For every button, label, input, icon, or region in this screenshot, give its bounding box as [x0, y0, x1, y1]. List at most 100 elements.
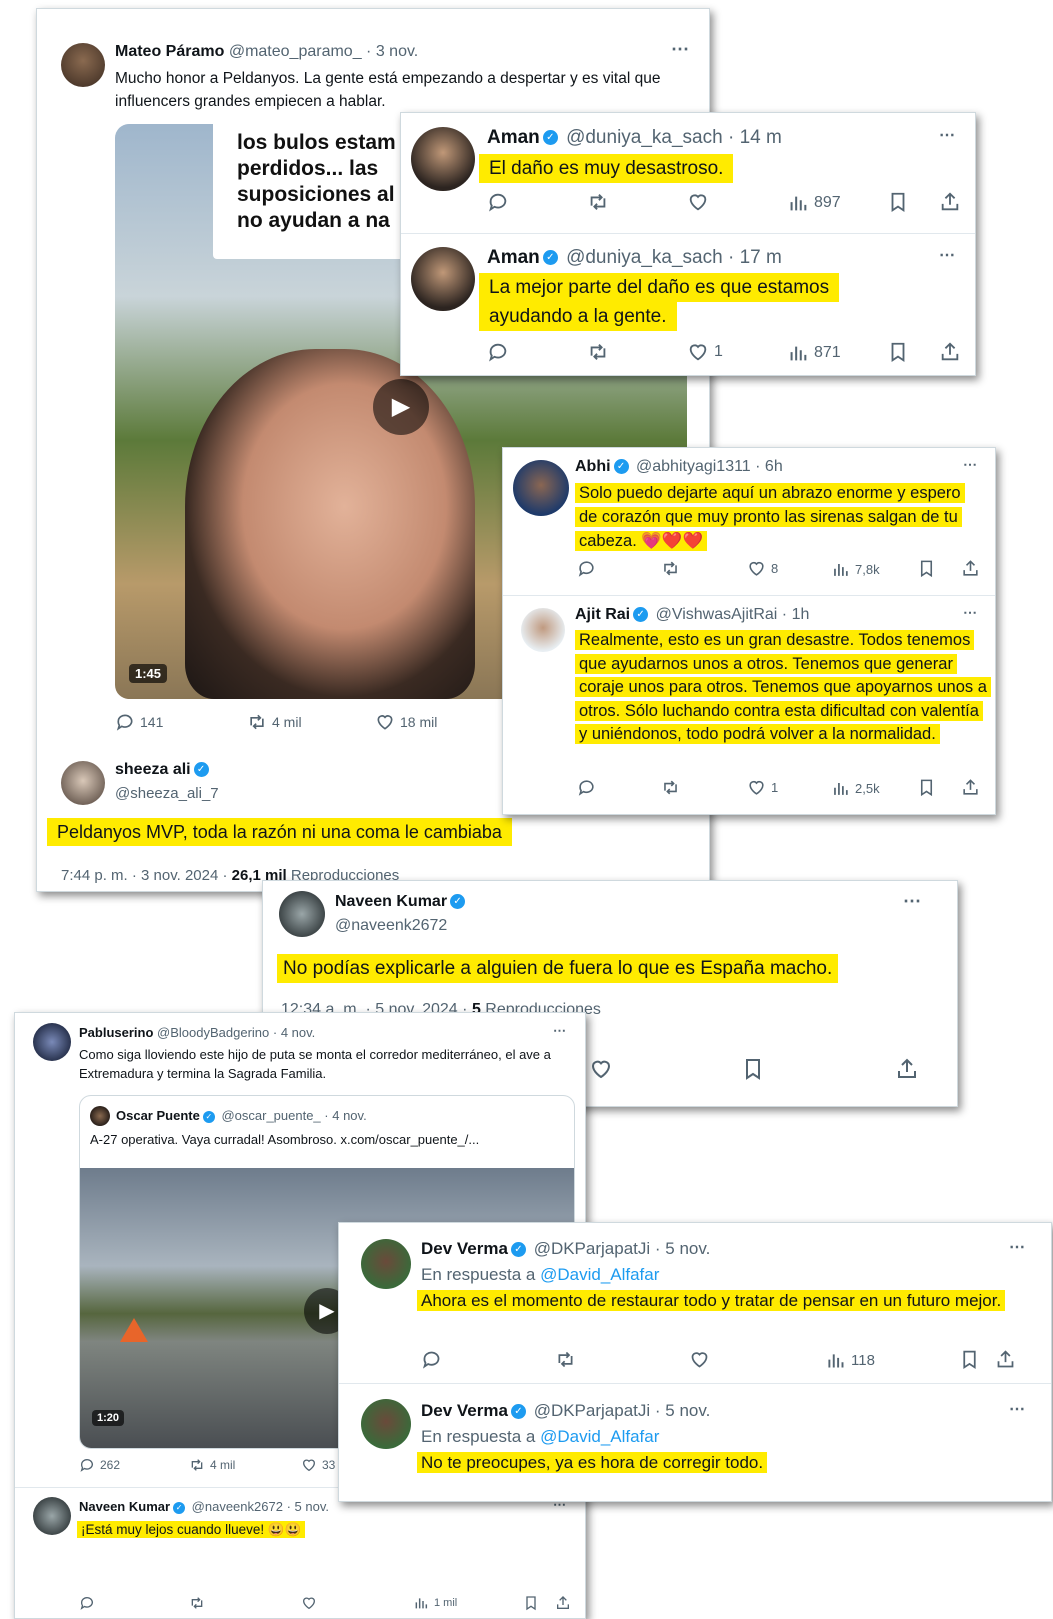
avatar[interactable]	[411, 247, 475, 311]
views-button[interactable]: 1 mil	[413, 1595, 457, 1611]
repost-button[interactable]	[661, 559, 680, 578]
author-handle[interactable]: @naveenk2672	[335, 917, 447, 935]
verified-icon: ✓	[510, 1242, 526, 1258]
reply-to-link[interactable]: @David_Alfafar	[540, 1427, 659, 1446]
share-button[interactable]	[555, 1595, 571, 1611]
reply-button[interactable]	[487, 341, 509, 363]
bookmark-button[interactable]	[741, 1057, 765, 1081]
tweet-card-aman[interactable]: Aman ✓ @duniya_ka_sach · 14 m ⋯ El daño e…	[400, 112, 976, 376]
share-button[interactable]	[939, 191, 961, 213]
author-name[interactable]: Mateo Páramo	[115, 43, 224, 60]
views-button[interactable]: 2,5k	[831, 779, 880, 798]
author-handle[interactable]: @sheeza_ali_7	[115, 785, 219, 802]
emoji-hearts: 💗❤️❤️	[641, 532, 704, 550]
author-name[interactable]: Aman	[487, 247, 540, 268]
views-button[interactable]: 871	[787, 342, 841, 364]
tweet-text: La mejor parte del daño es que estamos a…	[479, 273, 840, 331]
reply-button[interactable]: 141	[115, 712, 163, 732]
bookmark-button[interactable]	[523, 1595, 539, 1611]
avatar[interactable]	[61, 43, 105, 87]
more-icon[interactable]: ⋯	[963, 456, 978, 473]
author-handle[interactable]: @duniya_ka_sach	[566, 247, 723, 268]
author-name[interactable]: Naveen Kumar	[79, 1499, 170, 1514]
reply-button[interactable]	[79, 1595, 95, 1611]
author-name[interactable]: Dev Verma	[421, 1401, 508, 1420]
author-name[interactable]: Naveen Kumar	[335, 893, 447, 910]
bookmark-button[interactable]	[917, 778, 936, 797]
more-icon[interactable]: ⋯	[553, 1023, 567, 1039]
like-button[interactable]: 8	[747, 559, 778, 578]
like-button[interactable]	[689, 1349, 710, 1370]
author-name[interactable]: Abhi	[575, 458, 611, 475]
author-handle[interactable]: @naveenk2672	[192, 1499, 283, 1514]
share-button[interactable]	[939, 341, 961, 363]
views-button[interactable]: 118	[825, 1350, 875, 1371]
avatar[interactable]	[33, 1023, 71, 1061]
share-button[interactable]	[995, 1349, 1016, 1370]
like-button[interactable]: 1	[747, 778, 778, 797]
avatar[interactable]	[361, 1399, 411, 1449]
avatar[interactable]	[513, 460, 569, 516]
more-icon[interactable]: ⋯	[939, 125, 956, 145]
share-button[interactable]	[961, 778, 980, 797]
more-icon[interactable]: ⋯	[963, 604, 978, 621]
avatar[interactable]	[33, 1497, 71, 1535]
views-button[interactable]: 897	[787, 192, 841, 214]
avatar[interactable]	[521, 608, 565, 652]
tweet-time: · 4 nov.	[324, 1108, 367, 1123]
repost-button[interactable]	[189, 1595, 205, 1611]
more-icon[interactable]: ⋯	[903, 891, 922, 912]
author-handle[interactable]: @mateo_paramo_	[229, 43, 362, 60]
repost-button[interactable]	[587, 341, 609, 363]
views-button[interactable]: 7,8k	[831, 560, 880, 579]
tweet-time: · 1h	[781, 606, 810, 623]
bookmark-button[interactable]	[887, 341, 909, 363]
tweet-card-dev-verma[interactable]: Dev Verma ✓ @DKParjapatJi · 5 nov. ⋯ En r…	[338, 1222, 1052, 1502]
bookmark-button[interactable]	[917, 559, 936, 578]
author-handle[interactable]: @duniya_ka_sach	[566, 127, 723, 148]
avatar[interactable]	[361, 1239, 411, 1289]
author-name[interactable]: Aman	[487, 127, 540, 148]
author-handle[interactable]: @oscar_puente_	[221, 1108, 320, 1123]
reply-button[interactable]: 262	[79, 1457, 120, 1473]
avatar[interactable]	[411, 127, 475, 191]
reply-button[interactable]	[421, 1349, 442, 1370]
reply-button[interactable]	[487, 191, 509, 213]
author-name[interactable]: Pabluserino	[79, 1025, 153, 1040]
play-icon[interactable]: ▶	[373, 379, 429, 435]
bookmark-button[interactable]	[959, 1349, 980, 1370]
author-name[interactable]: sheeza ali	[115, 761, 191, 778]
like-button[interactable]: 1	[687, 341, 723, 363]
avatar[interactable]	[61, 761, 105, 805]
share-button[interactable]	[895, 1057, 919, 1081]
repost-button[interactable]: 4 mil	[189, 1457, 235, 1473]
avatar[interactable]	[90, 1106, 110, 1126]
reply-button[interactable]	[577, 559, 596, 578]
reply-button[interactable]	[577, 778, 596, 797]
tweet-card-abhi[interactable]: Abhi ✓ @abhityagi1311 · 6h ⋯ Solo puedo d…	[502, 447, 996, 815]
repost-button[interactable]	[587, 191, 609, 213]
author-handle[interactable]: @BloodyBadgerino	[157, 1025, 269, 1040]
author-handle[interactable]: @DKParjapatJi	[534, 1401, 650, 1420]
more-icon[interactable]: ⋯	[1009, 1237, 1026, 1257]
author-handle[interactable]: @abhityagi1311	[636, 458, 751, 475]
author-handle[interactable]: @VishwasAjitRai	[656, 606, 778, 623]
more-icon[interactable]: ⋯	[1009, 1399, 1026, 1419]
bookmark-button[interactable]	[887, 191, 909, 213]
repost-button[interactable]: 4 mil	[247, 712, 302, 732]
share-button[interactable]	[961, 559, 980, 578]
repost-button[interactable]	[555, 1349, 576, 1370]
like-button[interactable]	[301, 1595, 317, 1611]
author-name[interactable]: Dev Verma	[421, 1239, 508, 1258]
more-icon[interactable]: ⋯	[939, 245, 956, 265]
reply-to-link[interactable]: @David_Alfafar	[540, 1265, 659, 1284]
avatar[interactable]	[279, 891, 325, 937]
like-button[interactable]	[687, 191, 709, 213]
author-handle[interactable]: @DKParjapatJi	[534, 1239, 650, 1258]
like-button[interactable]	[589, 1057, 613, 1081]
like-button[interactable]: 18 mil	[375, 712, 437, 732]
more-icon[interactable]: ⋯	[671, 39, 690, 60]
author-name[interactable]: Ajit Rai	[575, 606, 630, 623]
author-name[interactable]: Oscar Puente	[116, 1108, 200, 1123]
repost-button[interactable]	[661, 778, 680, 797]
